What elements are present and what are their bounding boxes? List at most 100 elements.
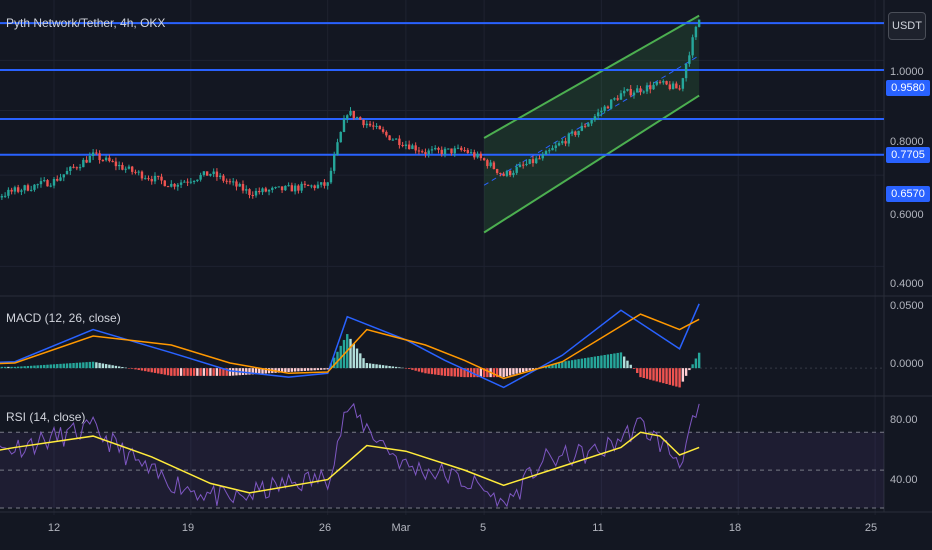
macd-histogram-bar <box>10 366 13 369</box>
macd-histogram-bar <box>163 368 166 375</box>
macd-histogram-bar <box>453 368 456 377</box>
candle-body <box>101 160 105 162</box>
candle-body <box>688 55 691 64</box>
candle-body <box>564 141 567 144</box>
candle-body <box>508 170 512 176</box>
candle-body <box>440 149 443 155</box>
candle-body <box>613 98 616 100</box>
candle-body <box>603 106 606 111</box>
candle-body <box>407 144 411 149</box>
macd-histogram-bar <box>85 362 88 369</box>
macd-histogram-bar <box>391 366 395 369</box>
macd-histogram-bar <box>398 367 401 369</box>
macd-histogram-bar <box>427 368 430 374</box>
candle-body <box>261 188 264 193</box>
candle-body <box>522 164 525 166</box>
candle-body <box>404 144 408 147</box>
candle-body <box>655 81 658 85</box>
candle-body <box>225 180 228 182</box>
candle-body <box>662 81 665 83</box>
candle-body <box>65 171 69 175</box>
candle-body <box>339 131 342 143</box>
candle-body <box>326 182 329 186</box>
candle-body <box>319 182 323 185</box>
macd-histogram-bar <box>688 368 691 371</box>
candle-body <box>639 88 642 93</box>
candle-body <box>10 189 13 192</box>
macd-histogram-bar <box>473 368 476 378</box>
candle-body <box>336 142 339 155</box>
macd-histogram-bar <box>671 368 675 386</box>
macd-histogram-bar <box>140 368 144 371</box>
candle-body <box>199 174 202 180</box>
macd-histogram-bar <box>303 368 307 371</box>
macd-histogram-bar <box>665 368 668 384</box>
candle-body <box>609 99 613 109</box>
macd-histogram-bar <box>642 368 645 378</box>
candle-body <box>310 185 313 187</box>
macd-histogram-bar <box>205 368 209 376</box>
macd-histogram-bar <box>306 368 310 371</box>
macd-histogram-bar <box>137 368 140 370</box>
macd-histogram-bar <box>160 368 163 375</box>
candle-body <box>232 181 235 183</box>
candle-body <box>587 123 590 127</box>
x-tick-label: 11 <box>592 522 604 534</box>
macd-histogram-bar <box>33 365 36 369</box>
macd-histogram-bar <box>619 352 623 369</box>
candle-body <box>505 170 509 176</box>
macd-histogram-bar <box>381 365 385 369</box>
y-tick-label: 0.6000 <box>890 209 924 221</box>
macd-histogram-bar <box>593 356 597 369</box>
macd-histogram-bar <box>636 368 639 374</box>
candle-body <box>430 149 434 151</box>
candle-body <box>671 83 675 90</box>
candle-body <box>91 152 95 156</box>
candle-body <box>417 150 421 152</box>
macd-histogram-bar <box>658 368 662 383</box>
candle-body <box>88 155 92 163</box>
candle-body <box>36 184 39 186</box>
macd-histogram-bar <box>352 343 355 369</box>
candle-body <box>531 159 535 164</box>
macd-histogram-bar <box>447 368 450 377</box>
macd-histogram-bar <box>46 364 49 369</box>
macd-histogram-bar <box>101 363 105 369</box>
candle-body <box>378 125 382 130</box>
candle-body <box>121 164 124 170</box>
macd-histogram-bar <box>62 363 65 369</box>
macd-histogram-bar <box>166 368 170 376</box>
macd-histogram-bar <box>144 368 147 372</box>
macd-histogram-bar <box>202 368 206 376</box>
candle-body <box>515 167 518 173</box>
candle-body <box>267 189 271 192</box>
macd-histogram-bar <box>0 366 4 369</box>
macd-histogram-bar <box>437 368 440 375</box>
candle-body <box>163 180 166 187</box>
y-tick-label: 1.0000 <box>890 66 924 78</box>
candle-body <box>316 184 320 189</box>
macd-histogram-bar <box>697 352 701 369</box>
candle-body <box>153 175 157 182</box>
candle-body <box>424 152 427 155</box>
candle-body <box>277 186 281 188</box>
x-tick-label: Mar <box>391 522 411 534</box>
chart-canvas[interactable] <box>0 0 932 550</box>
candle-body <box>473 152 476 158</box>
macd-histogram-bar <box>323 368 326 370</box>
macd-histogram-bar <box>104 364 108 369</box>
candle-body <box>632 92 636 96</box>
price-level-badge: 0.9580 <box>886 80 930 96</box>
macd-histogram-bar <box>183 368 186 376</box>
currency-button[interactable]: USDT <box>888 12 926 40</box>
candle-body <box>381 129 385 132</box>
candle-body <box>606 106 610 109</box>
candle-body <box>323 182 326 186</box>
candle-body <box>388 135 391 141</box>
macd-histogram-bar <box>574 359 577 369</box>
macd-histogram-bar <box>681 368 685 382</box>
candle-body <box>385 131 388 136</box>
candle-body <box>544 151 548 155</box>
candle-body <box>427 150 430 155</box>
macd-histogram-bar <box>297 368 300 372</box>
